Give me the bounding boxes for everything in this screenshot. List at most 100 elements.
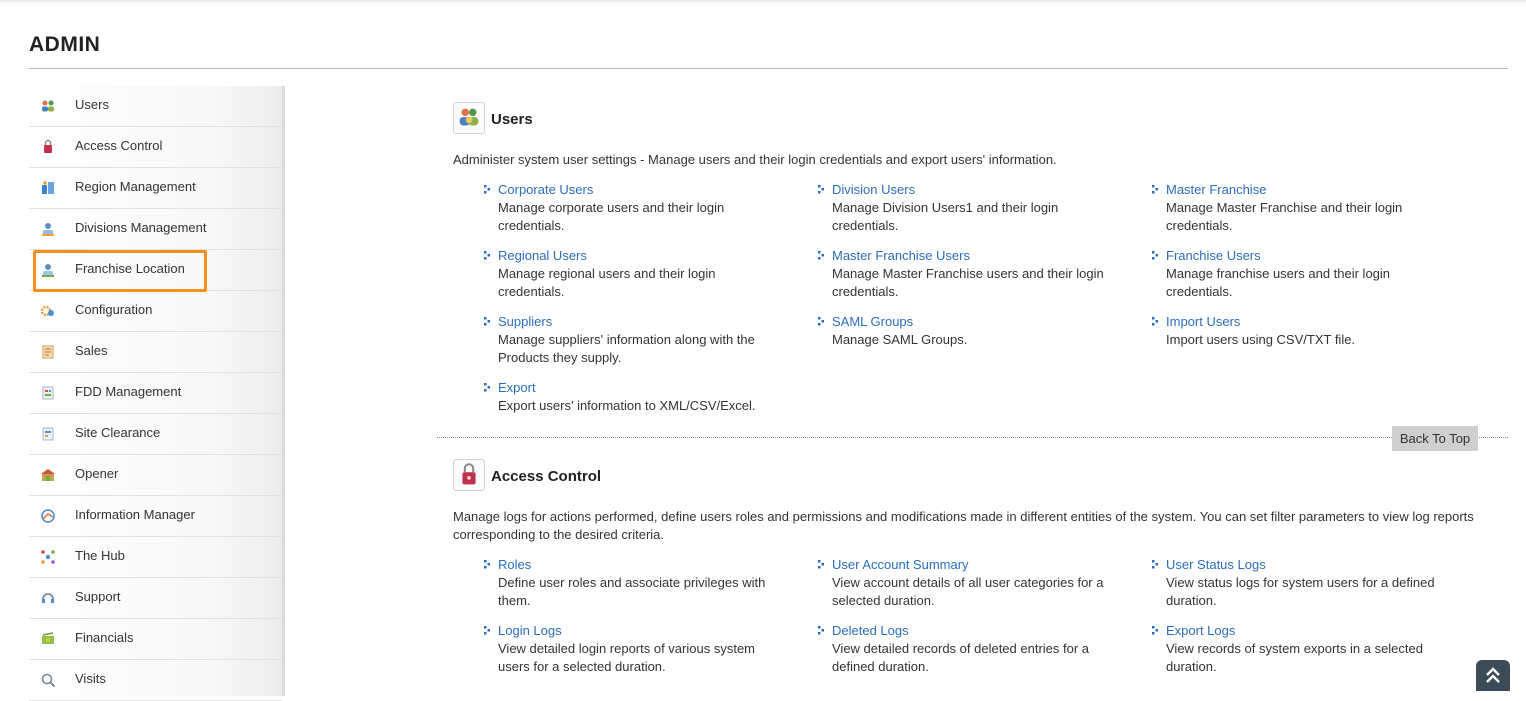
link-description: View detailed login reports of various s… xyxy=(498,641,755,674)
link-description: View detailed records of deleted entries… xyxy=(832,641,1090,674)
sidebar-item-label: Sales xyxy=(75,343,108,358)
user-status-logs-link[interactable]: User Status Logs xyxy=(1166,556,1456,574)
link-description: Manage Master Franchise users and their … xyxy=(832,266,1104,299)
sidebar-item-region-management[interactable]: Region Management xyxy=(29,168,282,209)
scroll-to-top-button[interactable] xyxy=(1476,660,1510,691)
link-item: Master Franchise Manage Master Franchise… xyxy=(1152,181,1456,235)
sidebar-item-label: Users xyxy=(75,97,109,112)
link-item: Master Franchise Users Manage Master Fra… xyxy=(818,247,1122,301)
division-users-link[interactable]: Division Users xyxy=(832,181,1122,199)
link-description: Define user roles and associate privileg… xyxy=(498,575,766,608)
sidebar-item-label: Region Management xyxy=(75,179,196,194)
sidebar-item-divisions-management[interactable]: Divisions Management xyxy=(29,209,282,250)
login-logs-link[interactable]: Login Logs xyxy=(498,622,788,640)
sidebar-item-label: Support xyxy=(75,589,121,604)
master-franchise-link[interactable]: Master Franchise xyxy=(1166,181,1456,199)
sidebar-item-fdd-management[interactable]: FDD Management xyxy=(29,373,282,414)
section-header: Users xyxy=(453,102,1493,138)
sidebar-item-franchise-location[interactable]: Franchise Location xyxy=(29,250,282,291)
bullet-icon xyxy=(818,251,824,260)
link-item: Regional Users Manage regional users and… xyxy=(484,247,788,301)
double-chevron-up-icon xyxy=(1486,667,1500,683)
sidebar-item-sales[interactable]: Sales xyxy=(29,332,282,373)
section-description: Administer system user settings - Manage… xyxy=(453,152,1057,167)
franchise-users-link[interactable]: Franchise Users xyxy=(1166,247,1456,265)
link-description: Manage SAML Groups. xyxy=(832,332,968,347)
sidebar-item-support[interactable]: Support xyxy=(29,578,282,619)
divisions-management-icon xyxy=(42,223,54,236)
support-icon xyxy=(42,593,54,603)
bullet-icon xyxy=(818,317,824,326)
link-item: User Status Logs View status logs for sy… xyxy=(1152,556,1456,610)
sidebar-item-label: Financials xyxy=(75,630,134,645)
link-item: Export Logs View records of system expor… xyxy=(1152,622,1456,676)
franchise-location-icon xyxy=(42,264,54,277)
sidebar-item-label: The Hub xyxy=(75,548,125,563)
export-link[interactable]: Export xyxy=(498,379,788,397)
sidebar-item-label: Access Control xyxy=(75,138,163,153)
link-item: Corporate Users Manage corporate users a… xyxy=(484,181,788,235)
export-logs-link[interactable]: Export Logs xyxy=(1166,622,1456,640)
link-item: Roles Define user roles and associate pr… xyxy=(484,556,788,610)
import-users-link[interactable]: Import Users xyxy=(1166,313,1456,331)
sidebar-item-access-control[interactable]: Access Control xyxy=(29,127,282,168)
sidebar-item-label: Divisions Management xyxy=(75,220,207,235)
hub-icon xyxy=(41,550,55,564)
deleted-logs-link[interactable]: Deleted Logs xyxy=(832,622,1122,640)
financials-icon xyxy=(42,632,54,644)
users-section: Users Administer system user settings - … xyxy=(453,102,1493,422)
access-control-section-icon xyxy=(453,459,485,491)
title-divider xyxy=(29,68,1508,69)
sidebar-item-financials[interactable]: Financials xyxy=(29,619,282,660)
saml-groups-link[interactable]: SAML Groups xyxy=(832,313,1122,331)
bullet-icon xyxy=(484,626,490,635)
sidebar-item-label: Opener xyxy=(75,466,119,481)
bullet-icon xyxy=(484,560,490,569)
link-description: Manage franchise users and their login c… xyxy=(1166,266,1391,299)
sidebar-item-information-manager[interactable]: Information Manager xyxy=(29,496,282,537)
link-item: Login Logs View detailed login reports o… xyxy=(484,622,788,676)
users-icon xyxy=(42,100,54,112)
back-to-top-button[interactable]: Back To Top xyxy=(1392,426,1478,451)
sidebar-item-label: FDD Management xyxy=(75,384,182,399)
sidebar-item-label: Visits xyxy=(75,671,106,686)
page-title: ADMIN xyxy=(29,33,101,56)
admin-sidebar: Users Access Control Region Management D… xyxy=(29,86,285,701)
bullet-icon xyxy=(1152,626,1158,635)
sidebar-item-label: Configuration xyxy=(75,302,153,317)
corporate-users-link[interactable]: Corporate Users xyxy=(498,181,788,199)
regional-users-link[interactable]: Regional Users xyxy=(498,247,788,265)
link-description: Manage regional users and their login cr… xyxy=(498,266,716,299)
bullet-icon xyxy=(818,185,824,194)
link-item: Import Users Import users using CSV/TXT … xyxy=(1152,313,1456,349)
region-management-icon xyxy=(42,181,54,194)
link-description: Export users' information to XML/CSV/Exc… xyxy=(498,398,756,413)
roles-link[interactable]: Roles xyxy=(498,556,788,574)
access-control-section: Access Control Manage logs for actions p… xyxy=(453,459,1493,691)
suppliers-link[interactable]: Suppliers xyxy=(498,313,788,331)
section-title: Access Control xyxy=(491,468,602,485)
bullet-icon xyxy=(1152,317,1158,326)
sidebar-item-the-hub[interactable]: The Hub xyxy=(29,537,282,578)
link-description: View records of system exports in a sele… xyxy=(1166,641,1423,674)
master-franchise-users-link[interactable]: Master Franchise Users xyxy=(832,247,1122,265)
bullet-icon xyxy=(1152,251,1158,260)
link-description: View account details of all user categor… xyxy=(832,575,1104,608)
link-description: Manage suppliers' information along with… xyxy=(498,332,755,365)
user-account-summary-link[interactable]: User Account Summary xyxy=(832,556,1122,574)
sidebar-item-label: Information Manager xyxy=(75,507,195,522)
section-description: Manage logs for actions performed, defin… xyxy=(453,509,1474,542)
bullet-icon xyxy=(484,317,490,326)
sidebar-item-site-clearance[interactable]: Site Clearance xyxy=(29,414,282,455)
access-control-icon xyxy=(44,139,52,153)
sidebar-item-opener[interactable]: Opener xyxy=(29,455,282,496)
sidebar-item-users[interactable]: Users xyxy=(29,86,282,127)
opener-icon xyxy=(41,469,55,481)
link-item: Division Users Manage Division Users1 an… xyxy=(818,181,1122,235)
site-clearance-icon xyxy=(42,427,54,441)
section-divider xyxy=(437,437,1508,438)
link-description: Import users using CSV/TXT file. xyxy=(1166,332,1356,347)
sidebar-item-visits[interactable]: Visits xyxy=(29,660,282,701)
link-description: Manage Master Franchise and their login … xyxy=(1166,200,1403,233)
sidebar-item-configuration[interactable]: Configuration xyxy=(29,291,282,332)
